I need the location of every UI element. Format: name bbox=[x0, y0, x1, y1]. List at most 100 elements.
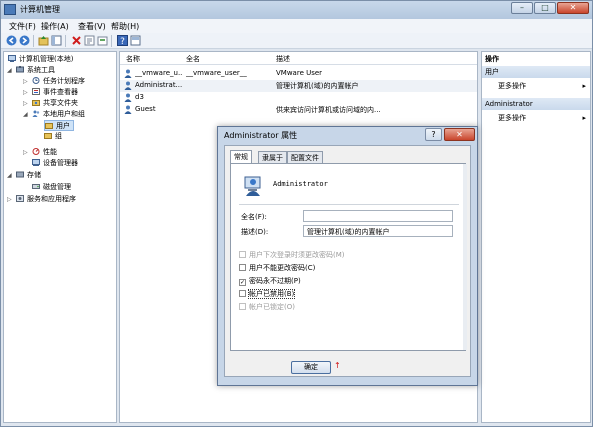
list-item[interactable]: Administrat... 管理计算机(域)的内置帐户 bbox=[120, 80, 477, 92]
general-tab-panel: Administrator 全名(F): 描述(D): 管理计算机(域)的内置帐… bbox=[230, 163, 467, 351]
ok-button[interactable]: 确定 bbox=[291, 361, 331, 374]
expand-icon[interactable]: ▷ bbox=[23, 78, 28, 85]
tab-general[interactable]: 常规 bbox=[230, 150, 252, 164]
user-icon bbox=[124, 69, 132, 78]
delete-icon[interactable] bbox=[71, 35, 82, 46]
cell-fullname: __vmware_user__ bbox=[186, 69, 247, 77]
computer-management-icon bbox=[4, 4, 16, 15]
tree-item-device-manager[interactable]: 设备管理器 bbox=[32, 158, 78, 169]
title-bar[interactable]: 计算机管理 – □ ✕ bbox=[1, 1, 592, 19]
cell-name: Guest bbox=[135, 105, 156, 113]
tab-profile[interactable]: 配置文件 bbox=[287, 151, 323, 163]
window-title: 计算机管理 bbox=[20, 5, 60, 14]
disk-icon bbox=[32, 184, 40, 189]
collapse-icon[interactable]: ◢ bbox=[7, 172, 12, 179]
tree-item-system-tools[interactable]: ◢ 系统工具 bbox=[7, 65, 55, 76]
cell-name: d3 bbox=[135, 93, 144, 101]
cell-name: Administrat... bbox=[135, 81, 183, 89]
tools-icon bbox=[16, 66, 24, 73]
services-icon bbox=[16, 195, 24, 202]
tree-item-computer-management[interactable]: 计算机管理(本地) bbox=[8, 54, 73, 65]
cannot-change-password-checkbox[interactable]: 用户不能更改密码(C) bbox=[239, 263, 315, 273]
expand-icon[interactable]: ▷ bbox=[23, 149, 28, 156]
tree-item-label: 计算机管理(本地) bbox=[19, 55, 74, 63]
red-pointer-mark: ↑ bbox=[334, 361, 341, 370]
dialog-close-button[interactable]: ✕ bbox=[444, 128, 475, 141]
maximize-button[interactable]: □ bbox=[534, 2, 556, 14]
checkmark-icon: ✓ bbox=[239, 279, 246, 286]
help-icon[interactable]: ? bbox=[117, 35, 128, 46]
description-field[interactable]: 管理计算机(域)的内置帐户 bbox=[303, 225, 453, 237]
tree-item-storage[interactable]: ◢ 存储 bbox=[7, 170, 41, 181]
perf-icon bbox=[32, 148, 40, 155]
actions-group-header[interactable]: 用户 bbox=[482, 66, 590, 78]
column-header-description[interactable]: 描述 bbox=[276, 54, 290, 64]
tree-item-label: 服务和应用程序 bbox=[27, 195, 76, 203]
menu-action[interactable]: 操作(A) bbox=[41, 21, 69, 32]
submenu-arrow-icon: ▸ bbox=[582, 114, 586, 122]
toolbar-separator bbox=[111, 35, 112, 47]
tree-item-performance[interactable]: ▷ 性能 bbox=[23, 147, 57, 158]
minimize-button[interactable]: – bbox=[511, 2, 533, 14]
tree-item-label: 本地用户和组 bbox=[43, 110, 85, 118]
tree-item-label: 事件查看器 bbox=[43, 88, 78, 96]
tree-item-local-users-groups[interactable]: ◢ 本地用户和组 bbox=[23, 109, 85, 120]
expand-icon[interactable]: ▷ bbox=[7, 196, 12, 203]
tree-item-label: 共享文件夹 bbox=[43, 99, 78, 107]
list-item[interactable]: d3 bbox=[120, 92, 477, 104]
forward-icon[interactable] bbox=[19, 35, 30, 46]
tree-item-groups[interactable]: 组 bbox=[44, 131, 62, 142]
back-icon[interactable] bbox=[6, 35, 17, 46]
collapse-icon[interactable]: ◢ bbox=[7, 67, 12, 74]
password-never-expires-checkbox[interactable]: ✓ 密码永不过期(P) bbox=[239, 276, 301, 286]
tree-item-shared-folders[interactable]: ▷ 共享文件夹 bbox=[23, 98, 78, 109]
export-icon[interactable] bbox=[97, 35, 108, 46]
account-locked-checkbox[interactable]: 帐户已锁定(O) bbox=[239, 302, 295, 312]
more-actions-item[interactable]: 更多操作 ▸ bbox=[482, 80, 590, 92]
tree-item-label: 用户 bbox=[56, 122, 70, 130]
expand-icon[interactable]: ▷ bbox=[23, 100, 28, 107]
collapse-icon[interactable]: ◢ bbox=[23, 111, 28, 118]
actions-group-header[interactable]: Administrator bbox=[482, 98, 590, 110]
account-disabled-checkbox[interactable]: 帐户已禁用(B) bbox=[239, 289, 296, 299]
folder-icon bbox=[44, 133, 52, 139]
fullname-field[interactable] bbox=[303, 210, 453, 222]
must-change-password-checkbox[interactable]: 用户下次登录时须更改密码(M) bbox=[239, 250, 345, 260]
tab-member-of[interactable]: 隶属于 bbox=[258, 151, 287, 163]
user-avatar-icon bbox=[244, 176, 261, 196]
list-item[interactable]: Guest 供来宾访问计算机或访问域的内... bbox=[120, 104, 477, 116]
tree-item-label: 性能 bbox=[43, 148, 57, 156]
column-header-name[interactable]: 名称 bbox=[126, 54, 140, 64]
checkbox-label: 帐户已禁用(B) bbox=[247, 289, 296, 299]
expand-icon[interactable]: ▷ bbox=[23, 89, 28, 96]
menu-view[interactable]: 查看(V) bbox=[78, 21, 106, 32]
list-item[interactable]: __vmware_u... __vmware_user__ VMware Use… bbox=[120, 68, 477, 80]
show-hide-icon[interactable] bbox=[51, 35, 62, 46]
dialog-title: Administrator 属性 bbox=[224, 131, 298, 140]
column-header-fullname[interactable]: 全名 bbox=[186, 54, 200, 64]
clock-icon bbox=[32, 77, 40, 84]
tree-item-label: 组 bbox=[55, 132, 62, 140]
more-actions-label: 更多操作 bbox=[498, 82, 526, 90]
user-icon bbox=[124, 93, 132, 102]
more-actions-label: 更多操作 bbox=[498, 114, 526, 122]
up-icon[interactable] bbox=[38, 35, 49, 46]
view-icon[interactable] bbox=[130, 35, 141, 46]
actions-group-label: 用户 bbox=[485, 68, 499, 76]
menu-file[interactable]: 文件(F) bbox=[9, 21, 36, 32]
tree-item-event-viewer[interactable]: ▷ 事件查看器 bbox=[23, 87, 78, 98]
more-actions-item[interactable]: 更多操作 ▸ bbox=[482, 112, 590, 124]
panel-edge bbox=[463, 164, 467, 350]
close-button[interactable]: ✕ bbox=[557, 2, 589, 14]
tree-item-task-scheduler[interactable]: ▷ 任务计划程序 bbox=[23, 76, 85, 87]
administrator-properties-dialog: Administrator 属性 ? ✕ 常规 隶属于 配置文件 Adminis… bbox=[217, 126, 478, 386]
tree-item-services-apps[interactable]: ▷ 服务和应用程序 bbox=[7, 194, 76, 205]
properties-icon[interactable] bbox=[84, 35, 95, 46]
checkbox-label: 帐户已锁定(O) bbox=[249, 303, 295, 311]
cell-description: VMware User bbox=[276, 69, 323, 77]
tree-item-users[interactable]: 用户 bbox=[44, 120, 74, 131]
menu-help[interactable]: 帮助(H) bbox=[111, 21, 139, 32]
dialog-help-button[interactable]: ? bbox=[425, 128, 442, 141]
tree-item-disk-management[interactable]: 磁盘管理 bbox=[32, 182, 71, 193]
checkbox-label: 用户不能更改密码(C) bbox=[249, 264, 316, 272]
